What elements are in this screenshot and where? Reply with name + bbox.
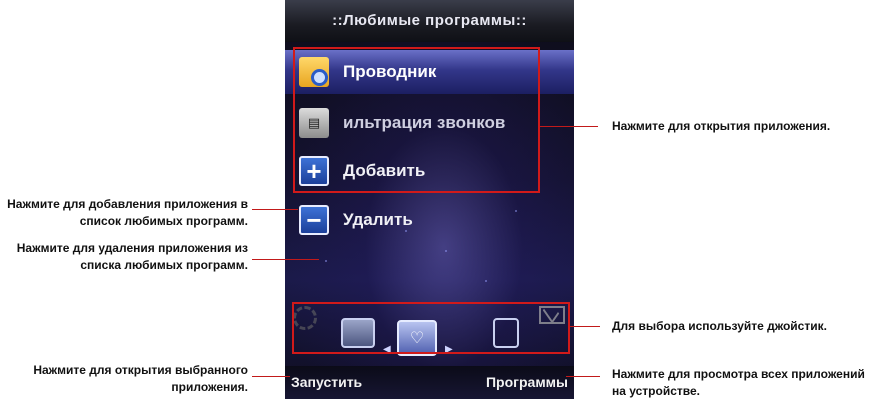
softkey-bar: Запустить Программы	[285, 366, 574, 399]
connector-line	[252, 376, 290, 377]
callout-line: Нажмите для просмотра всех приложений	[612, 367, 865, 381]
callout-line: Нажмите для открытия выбранного	[33, 363, 248, 377]
callout-line: список любимых программ.	[79, 214, 248, 228]
list-item-label: Удалить	[343, 210, 413, 229]
callout-view-all: Нажмите для просмотра всех приложений на…	[612, 366, 865, 400]
softkey-launch[interactable]: Запустить	[291, 374, 362, 390]
connector-line	[566, 376, 600, 377]
callout-line: Нажмите для удаления приложения из	[16, 241, 248, 255]
callout-open-app: Нажмите для открытия приложения.	[612, 119, 831, 133]
connector-line	[570, 326, 600, 327]
connector-line	[252, 209, 298, 210]
callout-open-selected: Нажмите для открытия выбранного приложен…	[0, 362, 248, 396]
highlight-list-box	[293, 47, 540, 193]
connector-line	[540, 126, 598, 127]
callout-line: приложения.	[171, 380, 248, 394]
screen-title: ::Любимые программы::	[285, 0, 574, 42]
callout-line: списка любимых программ.	[80, 258, 248, 272]
callout-add-app: Нажмите для добавления приложения в спис…	[0, 196, 248, 230]
callout-line: Нажмите для добавления приложения в	[7, 197, 248, 211]
highlight-carousel-box	[292, 302, 570, 354]
callout-line: на устройстве.	[612, 384, 700, 398]
softkey-programs[interactable]: Программы	[486, 374, 568, 390]
callout-joystick: Для выбора используйте джойстик.	[612, 319, 827, 333]
minus-icon: −	[299, 205, 329, 235]
connector-line	[252, 259, 319, 260]
callout-remove-app: Нажмите для удаления приложения из списк…	[0, 240, 248, 274]
list-item-remove[interactable]: − Удалить	[285, 198, 574, 242]
